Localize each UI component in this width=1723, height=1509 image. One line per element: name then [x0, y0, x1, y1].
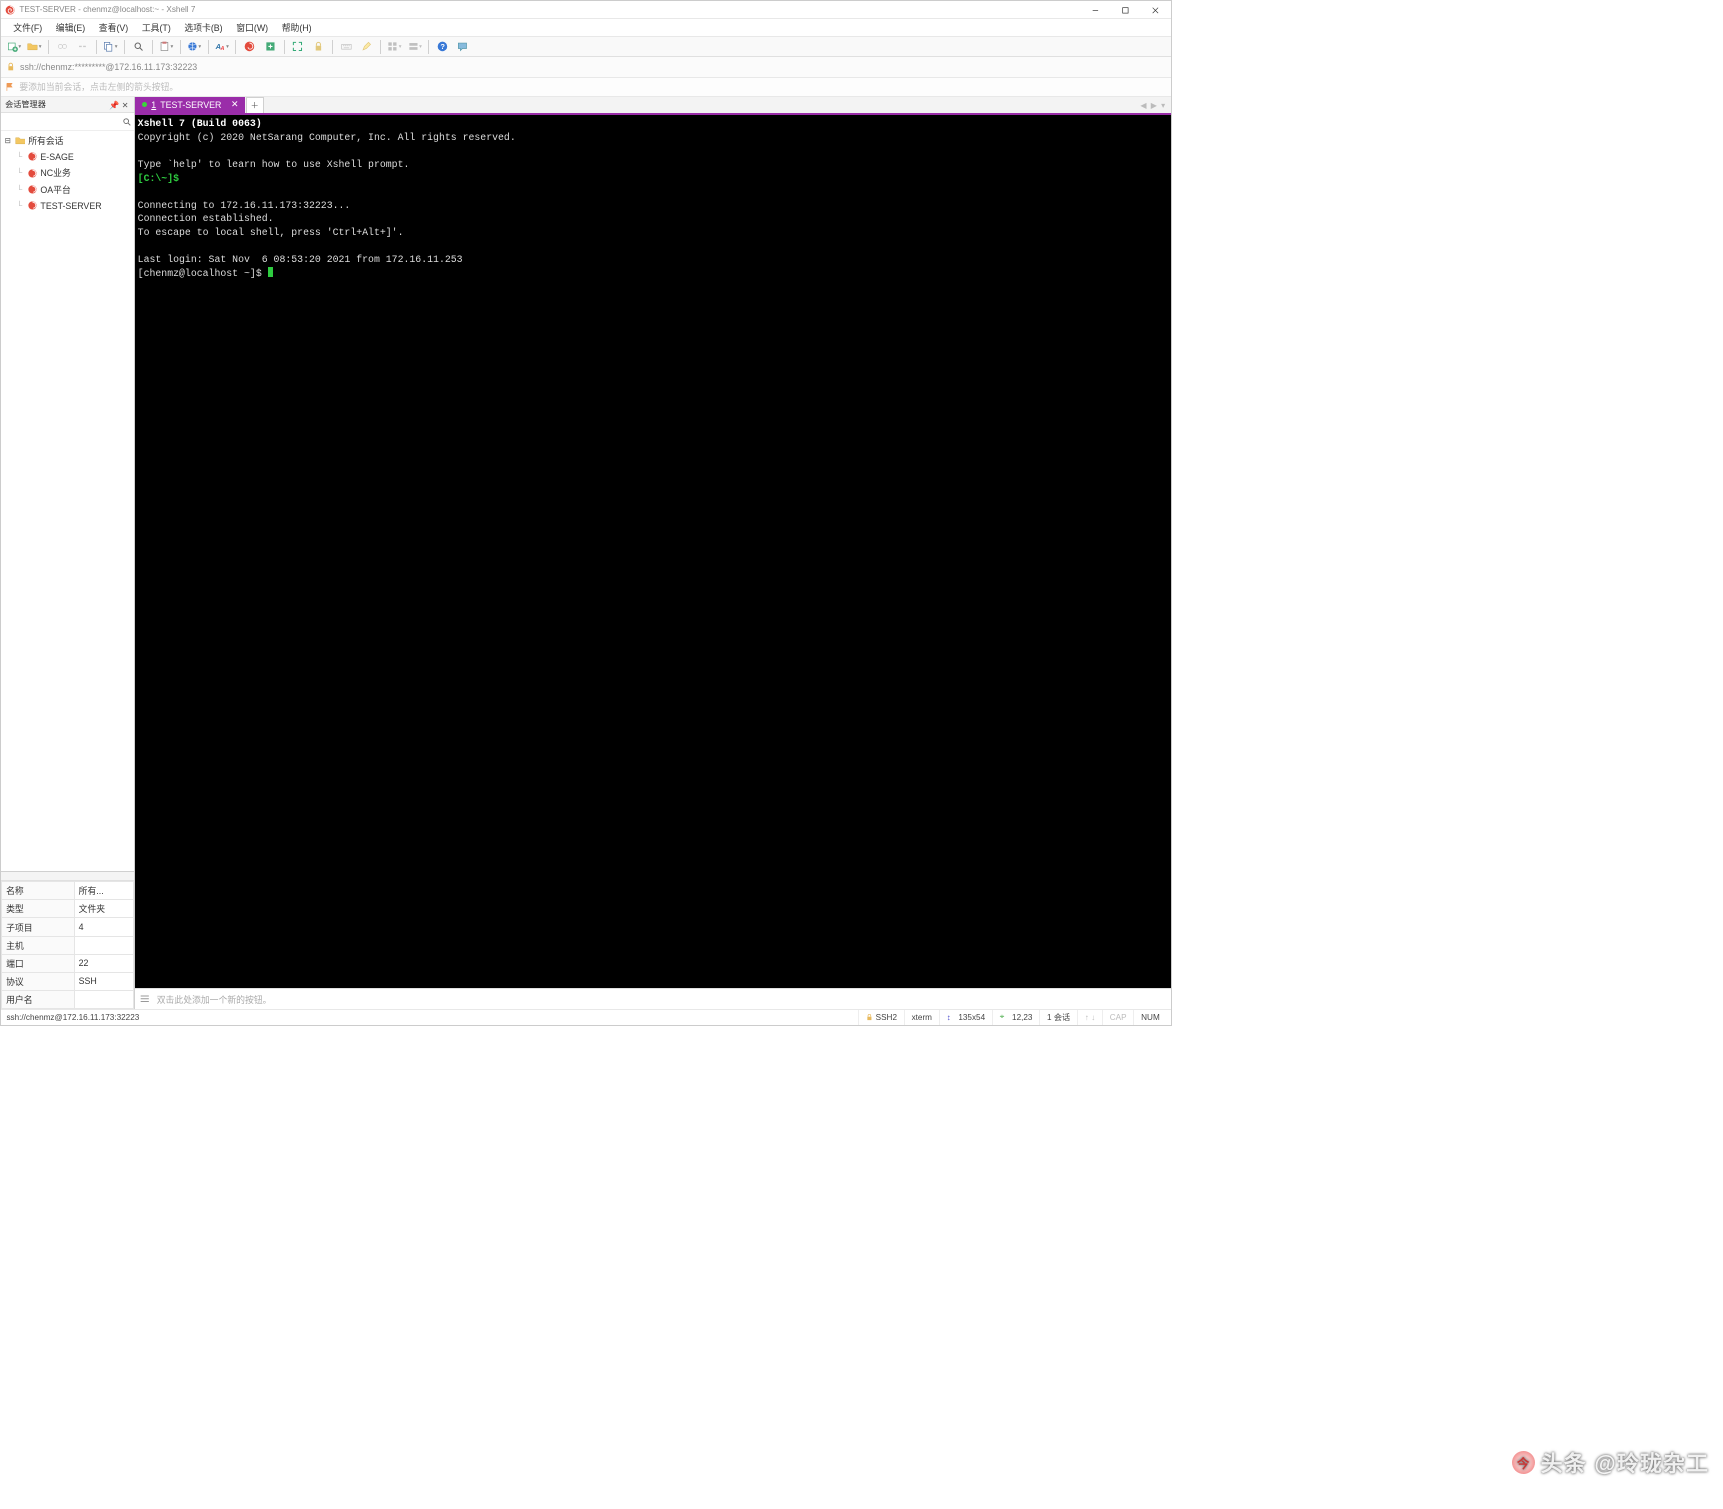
xagent-button[interactable]	[241, 38, 259, 56]
prop-value: 所有...	[74, 882, 133, 900]
menu-tabs[interactable]: 选项卡(B)	[178, 19, 230, 36]
layout-button[interactable]: ▾	[385, 38, 403, 56]
menu-tools[interactable]: 工具(T)	[135, 19, 178, 36]
status-termtype: xterm	[904, 1010, 939, 1025]
status-num: NUM	[1133, 1010, 1166, 1025]
quickbar-hint: 双击此处添加一个新的按钮。	[157, 993, 272, 1006]
titlebar: TEST-SERVER - chenmz@localhost:~ - Xshel…	[1, 1, 1171, 19]
status-sessions: 1 会话	[1039, 1010, 1077, 1025]
tile-button[interactable]: ▾	[406, 38, 424, 56]
address-bar[interactable]: ssh://chenmz:*********@172.16.11.173:322…	[1, 57, 1171, 77]
prop-name: 名称	[2, 882, 75, 900]
session-search-input[interactable]	[1, 113, 119, 129]
tree-item[interactable]: └E-SAGE	[1, 149, 134, 165]
maximize-button[interactable]	[1111, 1, 1141, 19]
svg-text:?: ?	[440, 42, 445, 51]
menu-window[interactable]: 窗口(W)	[229, 19, 274, 36]
window-title: TEST-SERVER - chenmz@localhost:~ - Xshel…	[19, 5, 195, 14]
status-bar: ssh://chenmz@172.16.11.173:32223 SSH2 xt…	[1, 1009, 1171, 1025]
menu-view[interactable]: 查看(V)	[92, 19, 135, 36]
tree-item[interactable]: └OA平台	[1, 181, 134, 197]
properties-grid: 名称所有... 类型文件夹 子项目4 主机 端口22 协议SSH 用户名	[1, 871, 134, 1009]
minimize-button[interactable]	[1081, 1, 1111, 19]
globe-button[interactable]: ▾	[185, 38, 203, 56]
keyboard-button[interactable]	[337, 38, 355, 56]
status-size: ↕ 135x54	[939, 1010, 992, 1025]
status-cap: CAP	[1102, 1010, 1133, 1025]
session-icon	[27, 200, 38, 211]
tab-prev-icon[interactable]: ◀	[1140, 100, 1146, 110]
menubar: 文件(F) 编辑(E) 查看(V) 工具(T) 选项卡(B) 窗口(W) 帮助(…	[1, 19, 1171, 37]
lock-icon	[866, 1014, 873, 1021]
session-manager-title: 会话管理器 📌 ✕	[1, 97, 134, 113]
status-rowcol: ⌖ 12,23	[992, 1010, 1039, 1025]
app-icon	[5, 5, 15, 15]
tab-test-server[interactable]: 1 TEST-SERVER ✕	[135, 97, 245, 113]
hint-bar: 要添加当前会话，点击左侧的箭头按钮。	[1, 78, 1171, 97]
content-area: 1 TEST-SERVER ✕ ＋ ◀ ▶ ▾ Xshell 7 (Build …	[135, 97, 1171, 1009]
copy-button[interactable]: ▾	[102, 38, 120, 56]
tab-menu-icon[interactable]: ▾	[1161, 100, 1165, 110]
session-icon	[27, 184, 38, 195]
toolbar: ▾ ▾ ▾ ▾ ▾ AA▾ ▾ ▾ ?	[1, 37, 1171, 57]
folder-icon	[15, 135, 26, 146]
menu-edit[interactable]: 编辑(E)	[49, 19, 92, 36]
menu-file[interactable]: 文件(F)	[6, 19, 49, 36]
chat-button[interactable]	[454, 38, 472, 56]
menu-icon[interactable]	[140, 994, 150, 1004]
tab-nav: ◀ ▶ ▾	[1135, 97, 1171, 113]
status-arrows: ↑ ↓	[1077, 1010, 1102, 1025]
lock-icon	[6, 62, 16, 72]
close-button[interactable]	[1141, 1, 1171, 19]
svg-text:A: A	[219, 46, 224, 52]
fullscreen-button[interactable]	[289, 38, 307, 56]
reconnect-button[interactable]	[53, 38, 71, 56]
menu-help[interactable]: 帮助(H)	[275, 19, 319, 36]
tab-bar: 1 TEST-SERVER ✕ ＋ ◀ ▶ ▾	[135, 97, 1171, 115]
status-dot-icon	[142, 102, 147, 107]
search-icon[interactable]	[119, 117, 134, 127]
terminal[interactable]: Xshell 7 (Build 0063) Copyright (c) 2020…	[135, 115, 1171, 989]
hint-text: 要添加当前会话，点击左侧的箭头按钮。	[19, 80, 178, 93]
new-session-button[interactable]: ▾	[5, 38, 23, 56]
disconnect-button[interactable]	[74, 38, 92, 56]
cursor-icon	[268, 267, 273, 277]
help-button[interactable]: ?	[434, 38, 452, 56]
tree-root[interactable]: ⊟ 所有会话	[1, 132, 134, 148]
xftp-button[interactable]	[261, 38, 279, 56]
find-button[interactable]	[129, 38, 147, 56]
highlight-button[interactable]	[358, 38, 376, 56]
lock-button[interactable]	[309, 38, 327, 56]
collapse-icon[interactable]: ⊟	[4, 136, 12, 145]
session-tree: ⊟ 所有会话 └E-SAGE └NC业务 └OA平台 └TEST-SERVER	[1, 131, 134, 871]
tab-next-icon[interactable]: ▶	[1151, 100, 1157, 110]
status-path: ssh://chenmz@172.16.11.173:32223	[5, 1010, 858, 1025]
session-icon	[27, 168, 38, 179]
session-icon	[27, 151, 38, 162]
session-search	[1, 113, 134, 131]
tree-item[interactable]: └TEST-SERVER	[1, 197, 134, 213]
flag-icon	[5, 82, 15, 92]
tab-close-icon[interactable]: ✕	[231, 99, 238, 110]
status-protocol: SSH2	[858, 1010, 903, 1025]
address-text: ssh://chenmz:*********@172.16.11.173:322…	[20, 62, 197, 72]
paste-button[interactable]: ▾	[157, 38, 175, 56]
font-button[interactable]: AA▾	[213, 38, 231, 56]
open-session-button[interactable]: ▾	[25, 38, 43, 56]
watermark: 今 头条 @玲珑杂工	[1512, 1447, 1709, 1478]
pin-icon[interactable]: 📌	[109, 100, 119, 110]
add-tab-button[interactable]: ＋	[246, 97, 264, 113]
panel-close-icon[interactable]: ✕	[120, 100, 130, 110]
quickbar[interactable]: 双击此处添加一个新的按钮。	[135, 988, 1171, 1008]
session-manager: 会话管理器 📌 ✕ ⊟ 所有会话 └E-SAGE └NC业务 └OA平台	[1, 97, 135, 1009]
tree-item[interactable]: └NC业务	[1, 165, 134, 181]
